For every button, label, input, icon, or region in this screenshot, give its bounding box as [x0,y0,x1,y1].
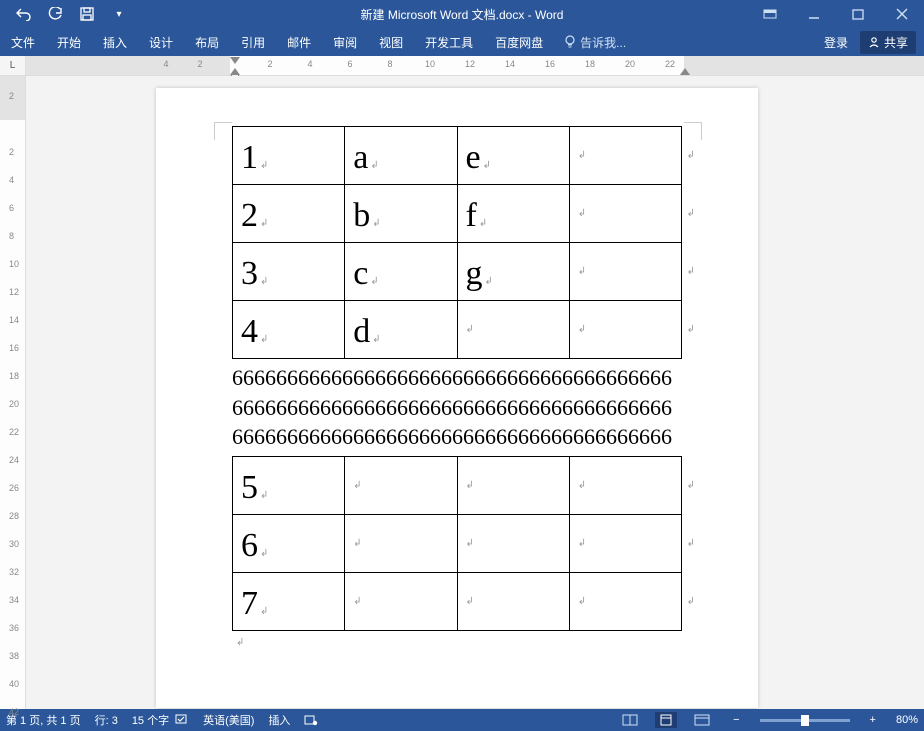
status-insert-mode[interactable]: 插入 [268,712,290,728]
tab-review[interactable]: 审阅 [322,28,368,56]
document-paragraph[interactable]: 6666666666666666666666666666666666666666… [232,359,682,456]
tab-view[interactable]: 视图 [368,28,414,56]
table-cell[interactable]: ↲↲ [569,243,681,301]
table-cell[interactable]: d↲ [345,301,457,359]
customize-qat-icon[interactable]: ▾ [110,5,128,23]
table-cell[interactable]: 1↲ [233,127,345,185]
table-row[interactable]: 5↲↲↲↲↲ [233,457,682,515]
table-cell[interactable]: ↲ [345,515,457,573]
tab-baidu[interactable]: 百度网盘 [484,28,554,56]
table-row[interactable]: 7↲↲↲↲↲ [233,573,682,631]
table-cell[interactable]: ↲↲ [569,573,681,631]
table-cell[interactable]: ↲ [457,573,569,631]
minimize-button[interactable] [792,0,836,28]
table-cell[interactable]: f↲ [457,185,569,243]
horizontal-ruler[interactable]: 4 2 2 4 6 8 10 12 14 16 18 20 22 [26,56,924,75]
table-row[interactable]: 3↲c↲g↲↲↲ [233,243,682,301]
share-button[interactable]: 共享 [860,31,916,54]
table-row[interactable]: 6↲↲↲↲↲ [233,515,682,573]
table-cell[interactable]: 3↲ [233,243,345,301]
zoom-slider[interactable] [760,719,850,722]
table-cell[interactable]: ↲ [457,457,569,515]
table-cell[interactable]: ↲↲ [569,127,681,185]
tab-layout[interactable]: 布局 [184,28,230,56]
zoom-level[interactable]: 80% [896,714,918,726]
ribbon-display-icon[interactable] [748,0,792,28]
tell-me-label: 告诉我... [580,34,626,51]
title-bar: ▾ 新建 Microsoft Word 文档.docx - Word [0,0,924,28]
table-cell[interactable]: ↲ [345,457,457,515]
document-page[interactable]: 1↲a↲e↲↲↲2↲b↲f↲↲↲3↲c↲g↲↲↲4↲d↲↲↲↲ 66666666… [156,88,758,708]
table-cell[interactable]: 7↲ [233,573,345,631]
save-icon[interactable] [78,5,96,23]
table-cell[interactable]: ↲↲ [569,185,681,243]
document-canvas[interactable]: 1↲a↲e↲↲↲2↲b↲f↲↲↲3↲c↲g↲↲↲4↲d↲↲↲↲ 66666666… [26,76,924,709]
view-read-mode[interactable] [619,712,641,728]
share-label: 共享 [884,34,908,51]
status-line[interactable]: 行: 3 [95,712,118,728]
table-cell[interactable]: b↲ [345,185,457,243]
paragraph-mark: ↲ [232,637,682,648]
table-cell[interactable]: ↲ [457,301,569,359]
close-button[interactable] [880,0,924,28]
view-print-layout[interactable] [655,712,677,728]
document-table-1[interactable]: 1↲a↲e↲↲↲2↲b↲f↲↲↲3↲c↲g↲↲↲4↲d↲↲↲↲ [232,126,682,359]
ribbon-tabs: 文件 开始 插入 设计 布局 引用 邮件 审阅 视图 开发工具 百度网盘 告诉我… [0,28,924,56]
ruler-row: L 4 2 2 4 6 8 10 12 14 16 18 20 22 [0,56,924,76]
undo-icon[interactable] [14,5,32,23]
status-language[interactable]: 英语(美国) [203,712,254,728]
work-area: 2 2 4 6 8 10 12 14 16 18 20 22 24 26 28 … [0,76,924,709]
login-button[interactable]: 登录 [824,34,848,51]
table-row[interactable]: 2↲b↲f↲↲↲ [233,185,682,243]
window-controls [748,0,924,28]
tab-mailings[interactable]: 邮件 [276,28,322,56]
first-line-indent-marker[interactable] [230,57,240,64]
margin-corner-tl [214,122,232,140]
tab-developer[interactable]: 开发工具 [414,28,484,56]
table-cell[interactable]: ↲ [345,573,457,631]
table-row[interactable]: 1↲a↲e↲↲↲ [233,127,682,185]
table-cell[interactable]: a↲ [345,127,457,185]
document-table-2[interactable]: 5↲↲↲↲↲6↲↲↲↲↲7↲↲↲↲↲ [232,456,682,631]
zoom-in-button[interactable]: + [864,714,882,726]
table-cell[interactable]: ↲↲ [569,301,681,359]
tab-file[interactable]: 文件 [0,28,46,56]
table-cell[interactable]: 5↲ [233,457,345,515]
table-cell[interactable]: ↲↲ [569,515,681,573]
table-cell[interactable]: 6↲ [233,515,345,573]
zoom-out-button[interactable]: − [727,714,745,726]
bulb-icon [564,35,576,49]
maximize-button[interactable] [836,0,880,28]
tab-insert[interactable]: 插入 [92,28,138,56]
view-web-layout[interactable] [691,712,713,728]
vertical-ruler[interactable]: 2 2 4 6 8 10 12 14 16 18 20 22 24 26 28 … [0,76,26,709]
table-cell[interactable]: 2↲ [233,185,345,243]
tab-home[interactable]: 开始 [46,28,92,56]
table-cell[interactable]: c↲ [345,243,457,301]
margin-corner-tr [684,122,702,140]
status-bar: 第 1 页, 共 1 页 行: 3 15 个字 英语(美国) 插入 − + 80… [0,709,924,731]
tab-references[interactable]: 引用 [230,28,276,56]
quick-access-toolbar: ▾ [0,0,128,28]
right-indent-marker[interactable] [680,68,690,75]
redo-icon[interactable] [46,5,64,23]
table-cell[interactable]: g↲ [457,243,569,301]
macro-recording-icon[interactable] [304,714,318,726]
proofing-icon [175,714,189,726]
table-cell[interactable]: e↲ [457,127,569,185]
tell-me-search[interactable]: 告诉我... [554,34,626,51]
table-cell[interactable]: ↲ [457,515,569,573]
share-icon [868,36,880,48]
table-cell[interactable]: 4↲ [233,301,345,359]
ruler-corner[interactable]: L [0,56,26,75]
tab-design[interactable]: 设计 [138,28,184,56]
table-cell[interactable]: ↲↲ [569,457,681,515]
table-row[interactable]: 4↲d↲↲↲↲ [233,301,682,359]
status-word-count[interactable]: 15 个字 [132,712,189,728]
